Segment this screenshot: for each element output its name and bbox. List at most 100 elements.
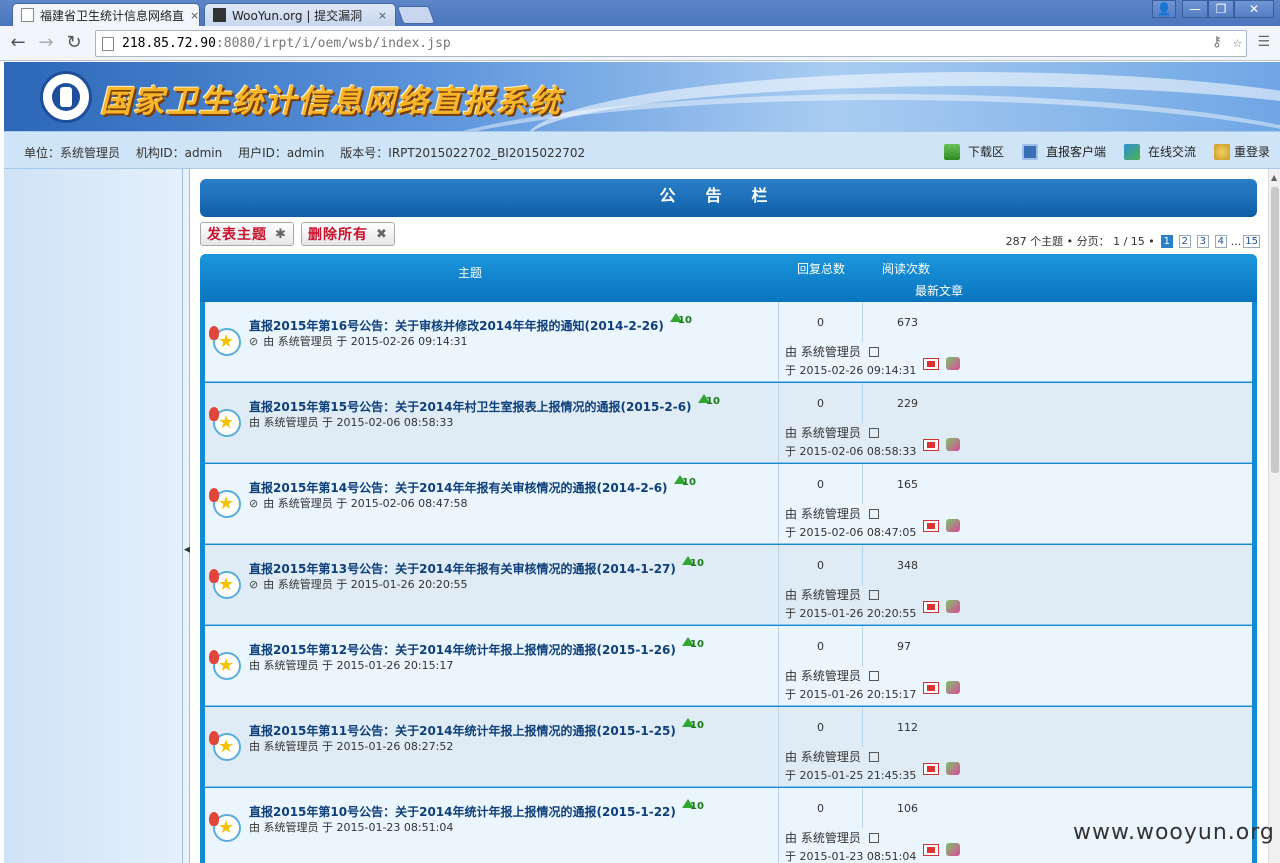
client-link[interactable]: 直报客户端 [1021,143,1106,160]
top-badge-icon: 10 [670,313,692,327]
col-views: 阅读次数 [882,262,931,276]
reply-post-icon[interactable] [946,762,960,775]
close-window-button[interactable]: ✕ [1234,0,1274,18]
tab-close-icon[interactable]: × [184,9,199,22]
page-link-4[interactable]: 4 [1214,234,1227,248]
page-icon [21,8,34,22]
edit-icon[interactable] [868,833,879,843]
page-link-1[interactable]: 1 [1160,234,1173,248]
reply-post-icon[interactable] [946,600,960,613]
delete-post-icon[interactable] [923,844,939,856]
page-link-last[interactable]: 15 [1243,234,1260,248]
pagination: 287 个主题 • 分页： 1 / 15 • 1 2 3 4 ... 15 [1006,233,1260,249]
topic-title-link[interactable]: 直报2015年第15号公告：关于2014年村卫生室报表上报情况的通报(2015-… [249,398,692,415]
edit-icon[interactable] [868,752,879,762]
delete-post-icon[interactable] [923,520,939,532]
reply-post-icon[interactable] [946,681,960,694]
hot-topic-icon: ★ [209,488,241,518]
table-row[interactable]: ★ 直报2015年第14号公告：关于2014年年报有关审核情况的通报(2014-2… [205,464,1252,544]
reply-count: 0 [817,640,824,653]
reply-post-icon[interactable] [946,438,960,451]
topic-meta: ⊘ 由 系统管理员 于 2015-02-06 08:47:58 [249,497,468,510]
relogin-link[interactable]: 重登录 [1213,143,1270,160]
topic-title-link[interactable]: 直报2015年第10号公告：关于2014年统计年报上报情况的通报(2015-1-… [249,803,676,820]
delete-post-icon[interactable] [923,763,939,775]
top-badge-icon: 10 [674,475,696,489]
new-tab-button[interactable] [396,6,436,24]
latest-author: 由 系统管理员 [785,343,879,360]
delete-post-icon[interactable] [923,439,939,451]
latest-time: 于 2015-02-06 08:47:05 [785,526,917,539]
topic-title-link[interactable]: 直报2015年第14号公告：关于2014年年报有关审核情况的通报(2014-2-… [249,479,668,496]
download-area-link[interactable]: 下载区 [943,143,1004,160]
page-link-2[interactable]: 2 [1178,234,1191,248]
edit-icon[interactable] [868,590,879,600]
page-link-3[interactable]: 3 [1196,234,1209,248]
topic-title-link[interactable]: 直报2015年第13号公告：关于2014年年报有关审核情况的通报(2014-1-… [249,560,676,577]
topic-title-link[interactable]: 直报2015年第16号公告：关于审核并修改2014年年报的通知(2014-2-2… [249,317,664,334]
top-badge-icon: 10 [698,394,720,408]
online-chat-link[interactable]: 在线交流 [1123,143,1196,160]
minimize-button[interactable]: — [1182,0,1208,18]
delete-post-icon[interactable] [923,601,939,613]
bulletin-header: 公告栏 [200,179,1257,217]
unit-label: 单位：系统管理员 [24,146,121,160]
view-count: 112 [897,721,918,734]
table-row[interactable]: ★ 直报2015年第11号公告：关于2014年统计年报上报情况的通报(2015-1… [205,707,1252,787]
attachment-icon: ⊘ [249,497,259,510]
edit-icon[interactable] [868,509,879,519]
table-row[interactable]: ★ 直报2015年第16号公告：关于审核并修改2014年年报的通知(2014-2-… [205,302,1252,382]
reply-count: 0 [817,478,824,491]
tab-fujian-health[interactable]: 福建省卫生统计信息网络直 × [12,3,200,26]
table-header: 主题 回复总数 阅读次数 最新文章 [200,254,1257,302]
scrollbar-thumb[interactable] [1271,187,1279,473]
page-scrollbar[interactable]: ▲ [1268,169,1280,863]
top-badge-icon: 10 [682,556,704,570]
forward-arrow-icon[interactable]: → [34,31,58,55]
menu-icon[interactable]: ☰ [1257,34,1270,50]
key-icon[interactable]: ⚷ [1212,34,1222,50]
tab-close-icon[interactable]: × [372,9,387,22]
top-links: 下载区 直报客户端 在线交流 重登录 [943,143,1270,160]
org-id-label: 机构ID：admin [135,146,223,160]
scroll-up-icon[interactable]: ▲ [1271,173,1277,182]
health-logo-icon [40,71,92,123]
reply-count: 0 [817,316,824,329]
reply-count: 0 [817,721,824,734]
edit-icon[interactable] [868,347,879,357]
reply-count: 0 [817,559,824,572]
topic-title-link[interactable]: 直报2015年第12号公告：关于2014年统计年报上报情况的通报(2015-1-… [249,641,676,658]
topic-meta: 由 系统管理员 于 2015-01-26 08:27:52 [249,740,454,753]
tab-wooyun[interactable]: WooYun.org | 提交漏洞 × [204,3,396,26]
users-icon [1213,143,1230,160]
delete-post-icon[interactable] [923,682,939,694]
reply-post-icon[interactable] [946,357,960,370]
edit-icon[interactable] [868,428,879,438]
latest-author: 由 系统管理员 [785,424,879,441]
back-arrow-icon[interactable]: ← [6,31,30,55]
delete-post-icon[interactable] [923,358,939,370]
reply-post-icon[interactable] [946,519,960,532]
panel-splitter[interactable]: ◀ [183,169,191,863]
bookmark-star-icon[interactable]: ☆ [1233,33,1242,51]
edit-icon[interactable] [868,671,879,681]
table-row[interactable]: ★ 直报2015年第12号公告：关于2014年统计年报上报情况的通报(2015-1… [205,626,1252,706]
attachment-icon: ⊘ [249,578,259,591]
topic-title-link[interactable]: 直报2015年第11号公告：关于2014年统计年报上报情况的通报(2015-1-… [249,722,676,739]
reply-post-icon[interactable] [946,843,960,856]
table-row[interactable]: ★ 直报2015年第13号公告：关于2014年年报有关审核情况的通报(2014-1… [205,545,1252,625]
view-count: 165 [897,478,918,491]
system-title: 国家卫生统计信息网络直报系统 [100,84,562,120]
table-row[interactable]: ★ 直报2015年第15号公告：关于2014年村卫生室报表上报情况的通报(2015… [205,383,1252,463]
latest-time: 于 2015-01-26 20:15:17 [785,688,917,701]
reload-icon[interactable]: ↻ [62,31,86,55]
profile-icon[interactable]: 👤 [1152,0,1176,18]
latest-time: 于 2015-01-25 21:45:35 [785,769,917,782]
restore-button[interactable]: ❐ [1208,0,1234,18]
top-badge-icon: 10 [682,637,704,651]
post-topic-button[interactable]: 发表主题 ✱ [200,222,294,246]
topic-meta: 由 系统管理员 于 2015-01-26 20:15:17 [249,659,454,672]
address-bar[interactable]: 218.85.72.90 :8080/irpt/i/oem/wsb/index.… [95,30,1247,57]
delete-all-button[interactable]: 删除所有 ✖ [301,222,395,246]
user-info-bar: 单位：系统管理员 机构ID：admin 用户ID：admin 版本号：IRPT2… [4,131,1280,169]
